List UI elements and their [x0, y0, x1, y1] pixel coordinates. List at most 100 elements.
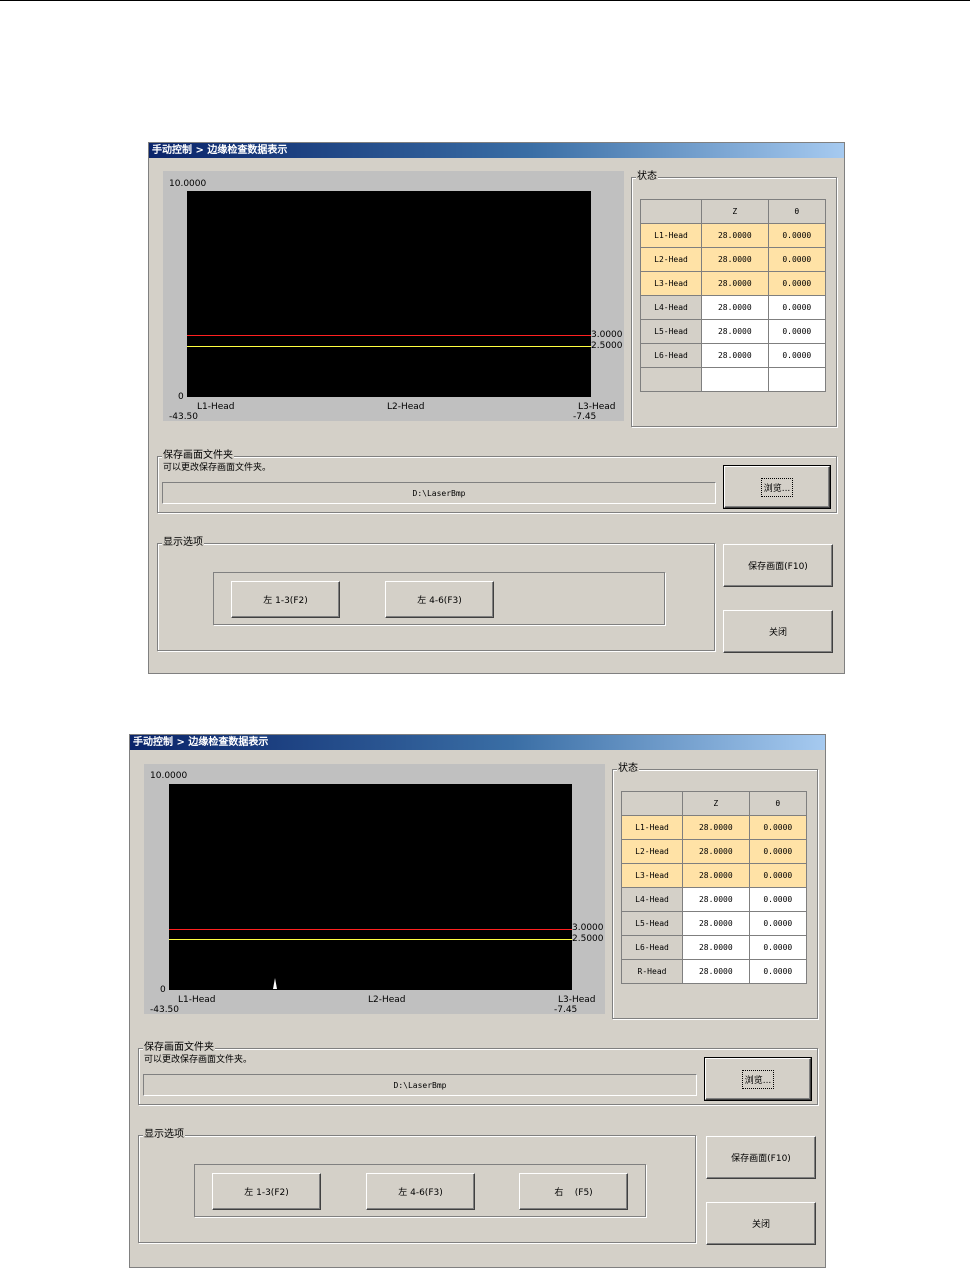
red-threshold-line: [169, 929, 572, 930]
z-value: 28.0000: [701, 343, 769, 368]
save-screen-button-label: 保存画面(F10): [731, 1154, 791, 1164]
z-value: 28.0000: [682, 959, 750, 984]
y-min-label: 0: [160, 985, 166, 995]
window-title: 手动控制 > 边缘检查数据表示: [130, 735, 825, 750]
red-line-value: 3.0000: [572, 923, 604, 933]
col-z-header: Z: [682, 791, 750, 816]
display-options-label: 显示选项: [162, 537, 204, 549]
status-table: Z θ L1-Head 28.0000 0.0000 L2-Head 28.00…: [640, 199, 827, 392]
head-name: L2-Head: [621, 839, 683, 864]
theta-value: 0.0000: [748, 959, 808, 984]
status-row: L2-Head 28.0000 0.0000: [621, 839, 808, 864]
save-screen-button-label: 保存画面(F10): [748, 562, 808, 572]
browse-button[interactable]: 浏览...: [723, 465, 831, 509]
save-screen-button[interactable]: 保存画面(F10): [723, 544, 833, 587]
red-line-value: 3.0000: [591, 330, 623, 340]
head-name: L3-Head: [640, 271, 702, 296]
red-threshold-line: [187, 335, 591, 336]
status-row: R-Head 28.0000 0.0000: [621, 959, 808, 984]
z-value: 28.0000: [682, 839, 750, 864]
head-name: [640, 367, 702, 392]
head-name: L1-Head: [640, 223, 702, 248]
save-folder-path-field[interactable]: D:\LaserBmp: [143, 1074, 697, 1096]
status-group-label: 状态: [617, 763, 639, 775]
x-left-value: -43.50: [150, 1005, 180, 1015]
right-button-label: 右 (F5): [554, 1188, 593, 1198]
save-folder-path: D:\LaserBmp: [393, 1080, 447, 1090]
x-right-value: -7.45: [573, 412, 597, 422]
theta-value: 0.0000: [748, 839, 808, 864]
right-button[interactable]: 右 (F5): [519, 1173, 628, 1210]
status-row: L6-Head 28.0000 0.0000: [621, 935, 808, 960]
col-theta-header: θ: [767, 199, 827, 224]
z-value: 28.0000: [701, 271, 769, 296]
browse-button-label: 浏览...: [760, 477, 794, 497]
x-right-value: -7.45: [554, 1005, 578, 1015]
status-table: Z θ L1-Head 28.0000 0.0000 L2-Head 28.00…: [621, 791, 808, 984]
save-folder-label: 保存画面文件夹: [162, 450, 234, 462]
z-value: 28.0000: [682, 815, 750, 840]
theta-value: 0.0000: [748, 935, 808, 960]
status-row: L5-Head 28.0000 0.0000: [621, 911, 808, 936]
close-button[interactable]: 关闭: [723, 610, 833, 653]
plot-area: 10.0000 3.0000 2.5000 0 L1-Head L2-Head …: [144, 764, 605, 1015]
theta-value: 0.0000: [767, 223, 827, 248]
head-name: L5-Head: [621, 911, 683, 936]
browse-button-label: 浏览...: [741, 1069, 775, 1089]
save-screen-button[interactable]: 保存画面(F10): [706, 1136, 816, 1179]
status-row: [640, 367, 827, 392]
left-4-6-button-label: 左 4-6(F3): [398, 1188, 443, 1198]
status-row: L1-Head 28.0000 0.0000: [640, 223, 827, 248]
theta-value: [767, 367, 827, 392]
theta-value: 0.0000: [767, 343, 827, 368]
theta-value: 0.0000: [748, 911, 808, 936]
browse-button[interactable]: 浏览...: [704, 1057, 812, 1101]
close-button-label: 关闭: [751, 1220, 770, 1230]
x-label-l3: L3-Head: [558, 995, 596, 1005]
save-folder-path: D:\LaserBmp: [412, 488, 466, 498]
yellow-threshold-line: [187, 346, 591, 347]
z-value: 28.0000: [682, 887, 750, 912]
theta-value: 0.0000: [748, 815, 808, 840]
left-4-6-button-label: 左 4-6(F3): [417, 596, 462, 606]
edge-check-window-1: 手动控制 > 边缘检查数据表示 10.0000 3.0000 2.5000 0 …: [148, 142, 845, 674]
left-4-6-button[interactable]: 左 4-6(F3): [366, 1173, 475, 1210]
yellow-threshold-line: [169, 939, 572, 940]
head-name: L2-Head: [640, 247, 702, 272]
signal-spike: [273, 978, 277, 989]
head-name: L4-Head: [621, 887, 683, 912]
status-row: L4-Head 28.0000 0.0000: [621, 887, 808, 912]
z-value: 28.0000: [701, 319, 769, 344]
status-corner-cell: [621, 791, 683, 816]
status-corner-cell: [640, 199, 702, 224]
left-1-3-button[interactable]: 左 1-3(F2): [231, 581, 340, 618]
display-options-label: 显示选项: [143, 1129, 185, 1141]
x-label-l2: L2-Head: [368, 995, 406, 1005]
close-button[interactable]: 关闭: [706, 1202, 816, 1245]
head-name: L4-Head: [640, 295, 702, 320]
save-folder-path-field[interactable]: D:\LaserBmp: [162, 482, 716, 504]
col-z-header: Z: [701, 199, 769, 224]
y-min-label: 0: [178, 392, 184, 402]
display-options-group: 显示选项 左 1-3(F2) 左 4-6(F3) 右 (F5): [138, 1129, 696, 1243]
yellow-line-value: 2.5000: [572, 934, 604, 944]
head-name: L6-Head: [621, 935, 683, 960]
page-top-rule: [0, 0, 970, 1]
z-value: [701, 367, 769, 392]
z-value: 28.0000: [701, 223, 769, 248]
save-folder-hint: 可以更改保存画面文件夹。: [163, 463, 272, 473]
status-row: L6-Head 28.0000 0.0000: [640, 343, 827, 368]
x-label-l3: L3-Head: [578, 402, 616, 412]
theta-value: 0.0000: [767, 295, 827, 320]
z-value: 28.0000: [701, 247, 769, 272]
left-4-6-button[interactable]: 左 4-6(F3): [385, 581, 494, 618]
y-max-label: 10.0000: [169, 179, 207, 189]
x-label-l1: L1-Head: [178, 995, 216, 1005]
save-folder-label: 保存画面文件夹: [143, 1042, 215, 1054]
close-button-label: 关闭: [768, 628, 787, 638]
plot-canvas: [187, 191, 591, 397]
status-row: L3-Head 28.0000 0.0000: [640, 271, 827, 296]
head-name: L3-Head: [621, 863, 683, 888]
yellow-line-value: 2.5000: [591, 341, 623, 351]
left-1-3-button[interactable]: 左 1-3(F2): [212, 1173, 321, 1210]
